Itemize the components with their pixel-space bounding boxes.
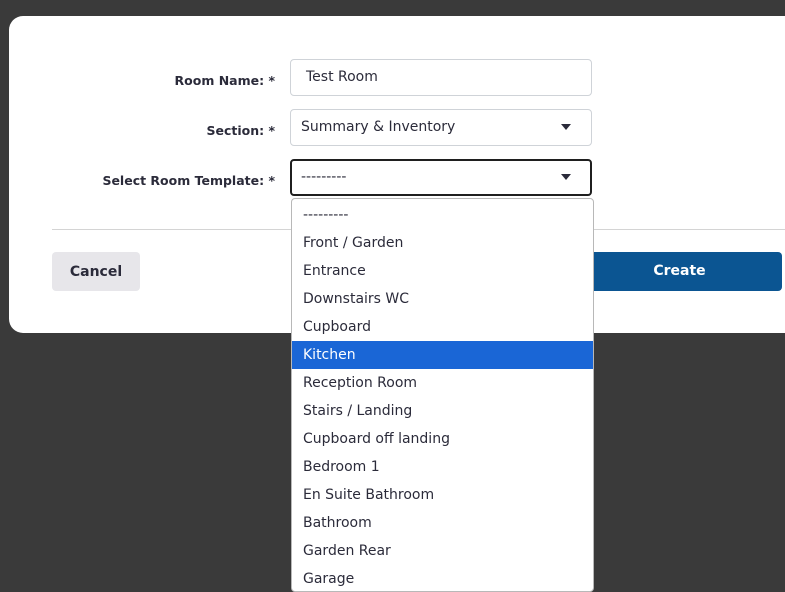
section-label: Section: * [206,123,275,138]
dropdown-option[interactable]: Cupboard off landing [292,425,593,453]
dropdown-option[interactable]: Kitchen [292,341,593,369]
dropdown-option[interactable]: Cupboard [292,313,593,341]
dropdown-option[interactable]: Reception Room [292,369,593,397]
dropdown-option[interactable]: Stairs / Landing [292,397,593,425]
dropdown-option[interactable]: Downstairs WC [292,285,593,313]
chevron-down-icon [561,174,571,180]
room-template-select-value: --------- [301,169,347,185]
chevron-down-icon [561,124,571,130]
cancel-button[interactable]: Cancel [52,252,140,291]
room-template-label: Select Room Template: * [102,173,275,188]
create-button-label: Create [653,263,706,279]
room-name-input[interactable]: Test Room [290,59,592,96]
dropdown-option[interactable]: En Suite Bathroom [292,481,593,509]
dropdown-option[interactable]: Garage [292,565,593,591]
room-template-select[interactable]: --------- [290,159,592,196]
room-template-dropdown-list[interactable]: --------- Front / Garden Entrance Downstair… [291,198,594,592]
dropdown-option[interactable]: Front / Garden [292,229,593,257]
section-select[interactable]: Summary & Inventory [290,109,592,146]
room-name-label: Room Name: * [174,73,275,88]
section-select-value: Summary & Inventory [301,119,456,135]
dropdown-option[interactable]: Entrance [292,257,593,285]
dropdown-option[interactable]: Bedroom 1 [292,453,593,481]
dropdown-option[interactable]: --------- [292,201,593,229]
dropdown-option[interactable]: Garden Rear [292,537,593,565]
create-button[interactable]: Create [565,252,782,291]
dropdown-option[interactable]: Bathroom [292,509,593,537]
